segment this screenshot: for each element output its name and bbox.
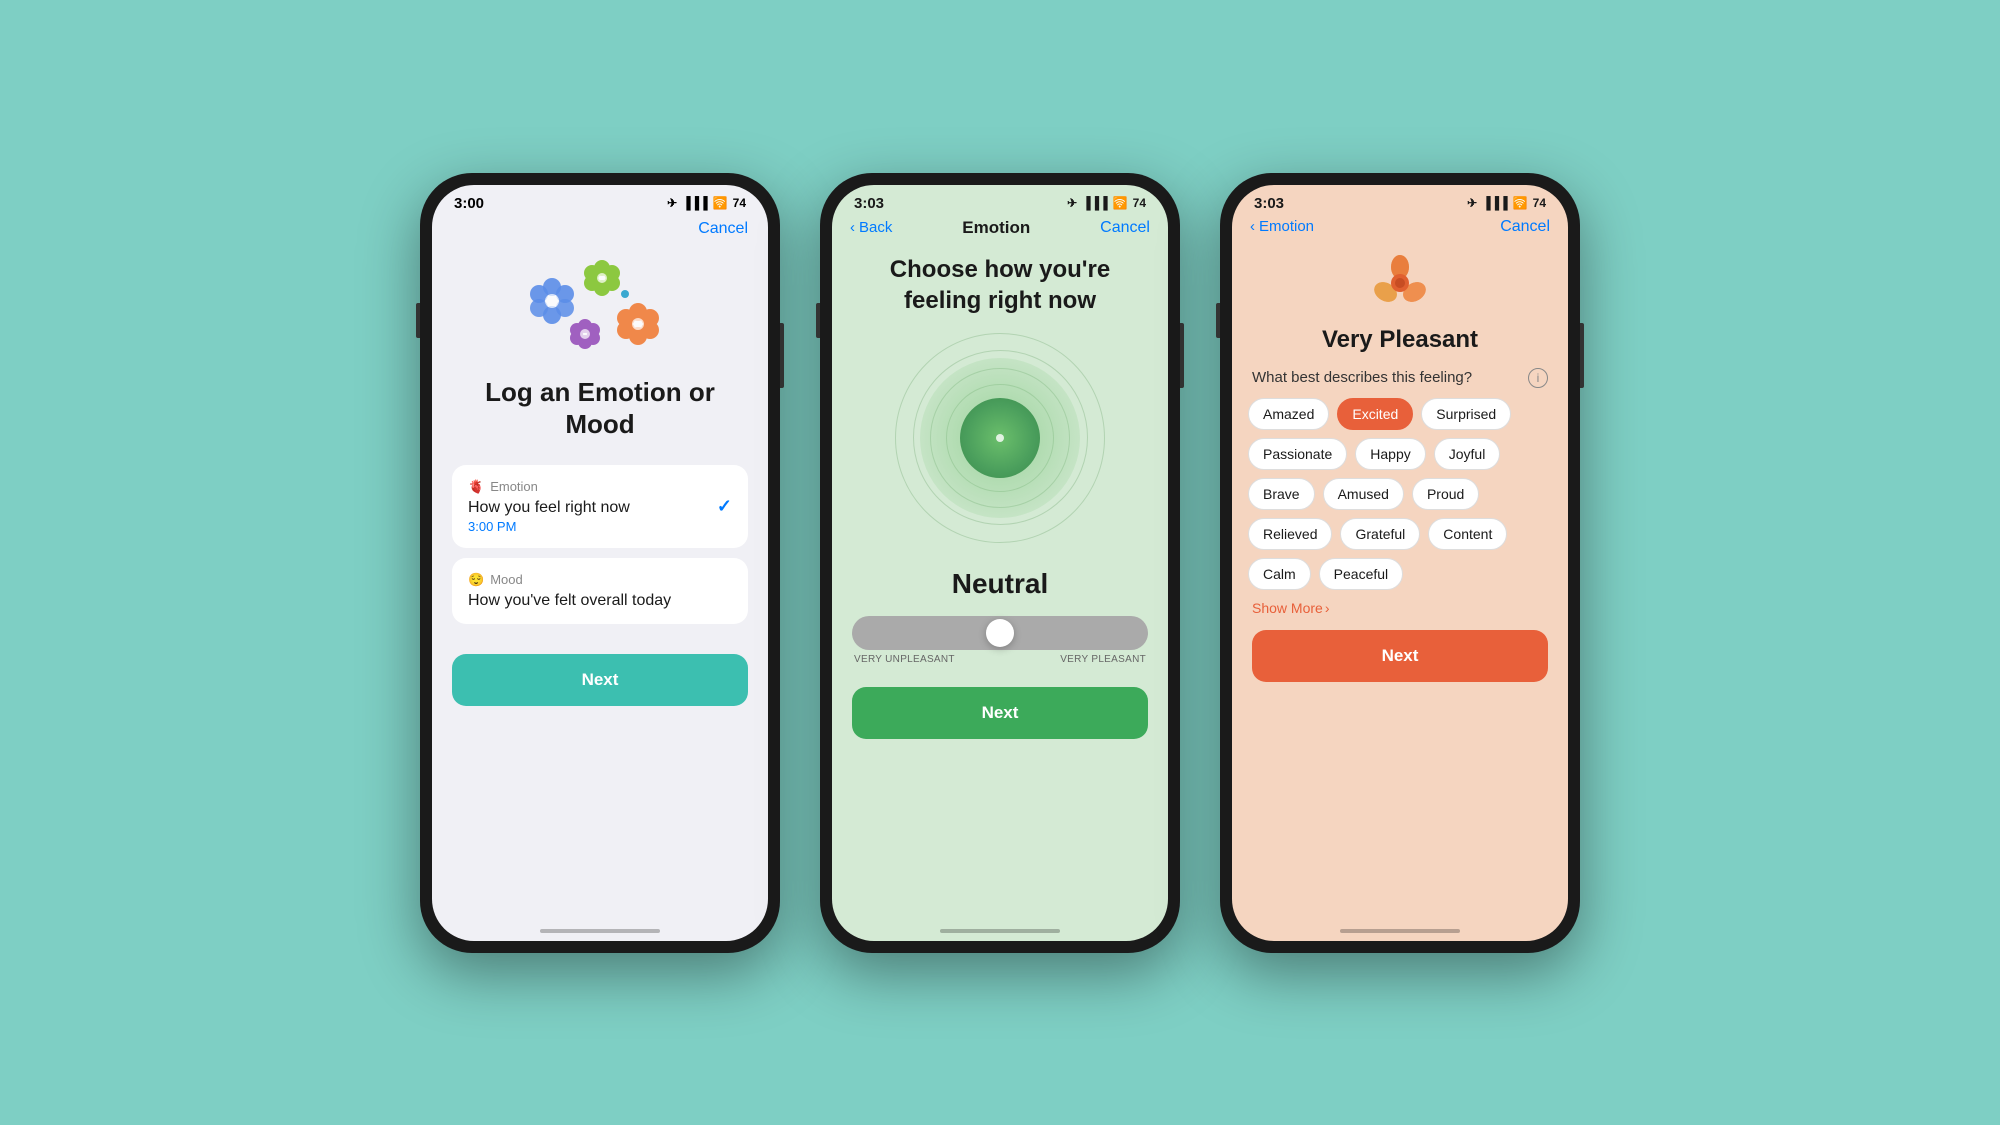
mood-option-label: 😌 Mood	[468, 572, 732, 588]
status-icons-1: ✈ ▐▐▐ 🛜 74	[667, 196, 746, 210]
emotion-option-subtitle: 3:00 PM	[468, 519, 630, 534]
slider-thumb[interactable]	[986, 619, 1014, 647]
describes-row: What best describes this feeling? i	[1232, 368, 1568, 398]
screen-3: 3:03 ✈ ▐▐▐ 🛜 74 ‹ Emotion Cancel	[1232, 185, 1568, 941]
tag-excited[interactable]: Excited	[1337, 398, 1413, 430]
next-button-1[interactable]: Next	[452, 654, 748, 706]
battery-icon-3: 74	[1533, 196, 1546, 210]
battery-icon-2: 74	[1133, 196, 1146, 210]
cancel-button-1[interactable]: Cancel	[698, 220, 748, 238]
emotion-option-row: 🫀 Emotion How you feel right now 3:00 PM…	[468, 479, 732, 534]
next-button-3[interactable]: Next	[1252, 630, 1548, 682]
tag-happy[interactable]: Happy	[1355, 438, 1425, 470]
describes-label: What best describes this feeling?	[1252, 369, 1472, 386]
tag-surprised[interactable]: Surprised	[1421, 398, 1511, 430]
chevron-left-icon-3: ‹	[1250, 218, 1255, 235]
phone-1: 3:00 ✈ ▐▐▐ 🛜 74 Cancel	[420, 173, 780, 953]
slider-label-left: VERY UNPLEASANT	[854, 654, 955, 665]
cancel-button-2[interactable]: Cancel	[1100, 219, 1150, 237]
cancel-button-3[interactable]: Cancel	[1500, 218, 1550, 236]
tag-joyful[interactable]: Joyful	[1434, 438, 1501, 470]
back-button-2[interactable]: ‹ Back	[850, 219, 892, 236]
back-button-3[interactable]: ‹ Emotion	[1250, 218, 1314, 235]
screen3-flower-illustration	[1232, 248, 1568, 318]
tag-proud[interactable]: Proud	[1412, 478, 1479, 510]
tag-amazed[interactable]: Amazed	[1248, 398, 1329, 430]
emotion-circle-viz	[890, 328, 1110, 548]
wifi-icon-2: 🛜	[1113, 196, 1128, 210]
home-indicator-1	[540, 929, 660, 933]
chevron-left-icon: ‹	[850, 219, 855, 236]
wifi-icon: 🛜	[713, 196, 728, 210]
status-bar-1: 3:00 ✈ ▐▐▐ 🛜 74	[432, 185, 768, 216]
screen3-flower-svg	[1365, 248, 1435, 318]
screen1-nav: Cancel	[432, 216, 768, 246]
screen2-heading: Choose how you're feeling right now	[832, 246, 1168, 328]
location-icon-2: ✈	[1067, 196, 1077, 210]
screen3-nav: ‹ Emotion Cancel	[1232, 216, 1568, 244]
tag-peaceful[interactable]: Peaceful	[1319, 558, 1403, 590]
circle-dot	[996, 434, 1004, 442]
emotion-option-label: 🫀 Emotion	[468, 479, 630, 495]
slider-track[interactable]	[852, 616, 1148, 650]
emotion-option-content: 🫀 Emotion How you feel right now 3:00 PM	[468, 479, 630, 534]
circle-center	[960, 398, 1040, 478]
status-bar-3: 3:03 ✈ ▐▐▐ 🛜 74	[1232, 185, 1568, 216]
tag-amused[interactable]: Amused	[1323, 478, 1404, 510]
screen1-content: Log an Emotion or Mood 🫀 Emotion How you…	[432, 246, 768, 716]
signal-icon: ▐▐▐	[682, 196, 708, 210]
screen1-title: Log an Emotion or Mood	[452, 376, 748, 441]
mood-option-card[interactable]: 😌 Mood How you've felt overall today	[452, 558, 748, 624]
emotion-icon: 🫀	[468, 479, 484, 495]
screen2-nav-title: Emotion	[962, 218, 1030, 238]
flowers-svg	[530, 256, 670, 356]
chevron-right-icon: ›	[1325, 600, 1330, 616]
info-icon[interactable]: i	[1528, 368, 1548, 388]
status-time-2: 3:03	[854, 195, 884, 212]
signal-icon-2: ▐▐▐	[1082, 196, 1108, 210]
tag-brave[interactable]: Brave	[1248, 478, 1315, 510]
screen2-nav: ‹ Back Emotion Cancel	[832, 216, 1168, 246]
slider-label-right: VERY PLEASANT	[1060, 654, 1146, 665]
status-time-1: 3:00	[454, 195, 484, 212]
tag-passionate[interactable]: Passionate	[1248, 438, 1347, 470]
tag-grateful[interactable]: Grateful	[1340, 518, 1420, 550]
mood-option-title: How you've felt overall today	[468, 592, 732, 610]
slider-labels: VERY UNPLEASANT VERY PLEASANT	[852, 650, 1148, 665]
home-indicator-2	[940, 929, 1060, 933]
emotion-checkmark: ✓	[717, 496, 732, 517]
signal-icon-3: ▐▐▐	[1482, 196, 1508, 210]
tag-content[interactable]: Content	[1428, 518, 1507, 550]
next-button-2[interactable]: Next	[852, 687, 1148, 739]
status-bar-2: 3:03 ✈ ▐▐▐ 🛜 74	[832, 185, 1168, 216]
status-time-3: 3:03	[1254, 195, 1284, 212]
battery-icon: 74	[733, 196, 746, 210]
tag-calm[interactable]: Calm	[1248, 558, 1311, 590]
tag-relieved[interactable]: Relieved	[1248, 518, 1332, 550]
emotion-option-title: How you feel right now	[468, 499, 630, 517]
location-icon-3: ✈	[1467, 196, 1477, 210]
location-icon: ✈	[667, 196, 677, 210]
slider-container: VERY UNPLEASANT VERY PLEASANT	[832, 616, 1168, 665]
very-pleasant-title: Very Pleasant	[1232, 326, 1568, 354]
neutral-label: Neutral	[832, 568, 1168, 600]
screen-1: 3:00 ✈ ▐▐▐ 🛜 74 Cancel	[432, 185, 768, 941]
emotion-option-card[interactable]: 🫀 Emotion How you feel right now 3:00 PM…	[452, 465, 748, 548]
phone-2: 3:03 ✈ ▐▐▐ 🛜 74 ‹ Back Emotion Cancel Ch…	[820, 173, 1180, 953]
phone-3: 3:03 ✈ ▐▐▐ 🛜 74 ‹ Emotion Cancel	[1220, 173, 1580, 953]
status-icons-2: ✈ ▐▐▐ 🛜 74	[1067, 196, 1146, 210]
status-icons-3: ✈ ▐▐▐ 🛜 74	[1467, 196, 1546, 210]
tags-grid: Amazed Excited Surprised Passionate Happ…	[1232, 398, 1568, 590]
flowers-illustration	[530, 256, 670, 366]
wifi-icon-3: 🛜	[1513, 196, 1528, 210]
mood-icon: 😌	[468, 572, 484, 588]
home-indicator-3	[1340, 929, 1460, 933]
show-more-button[interactable]: Show More ›	[1232, 590, 1349, 620]
screen-2: 3:03 ✈ ▐▐▐ 🛜 74 ‹ Back Emotion Cancel Ch…	[832, 185, 1168, 941]
